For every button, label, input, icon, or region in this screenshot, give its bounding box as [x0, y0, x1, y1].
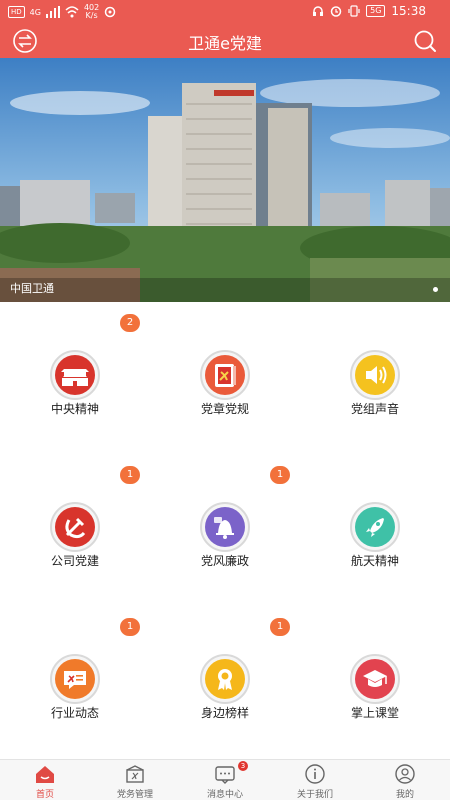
app-bar: 卫通e党建: [0, 24, 450, 58]
hammer-sickle-icon: [65, 517, 86, 539]
speaker-icon: [366, 366, 387, 384]
grid-item-label: 身边榜样: [200, 706, 249, 720]
unread-badge: 1: [270, 618, 290, 636]
unread-badge: 2: [120, 314, 140, 332]
rocket-icon: [366, 518, 384, 537]
banner-caption: 中国卫通: [10, 282, 54, 295]
unread-badge: 1: [120, 466, 140, 484]
signal-icon: [45, 6, 60, 18]
vibrate-icon: [348, 5, 360, 17]
headset-icon: [313, 6, 324, 16]
alarm-icon: [330, 6, 342, 17]
search-icon: [414, 30, 436, 52]
function-grid: 2 中央精神 党章党规 党组声音 1 公司党建 1 党风廉政 航天精神 1 行业…: [0, 302, 450, 759]
tab-home[interactable]: 首页: [0, 760, 90, 800]
grid-item-mobile-classroom[interactable]: 掌上课堂: [300, 608, 450, 758]
grid-item-role-models[interactable]: 1 身边榜样: [150, 608, 300, 758]
info-icon: [305, 764, 325, 784]
tab-party-affairs[interactable]: 党务管理: [90, 760, 180, 800]
grid-item-integrity[interactable]: 1 党风廉政: [150, 456, 300, 606]
unread-badge: 1: [120, 618, 140, 636]
grid-item-central-spirit[interactable]: 2 中央精神: [0, 304, 150, 454]
unread-badge: 1: [270, 466, 290, 484]
graduation-cap-icon: [363, 670, 387, 687]
tab-profile[interactable]: 我的: [360, 760, 450, 800]
hd-indicator: HD: [8, 6, 25, 18]
network-type: 4G: [29, 7, 41, 17]
grid-item-party-voice[interactable]: 党组声音: [300, 304, 450, 454]
grid-item-company-party[interactable]: 1 公司党建: [0, 456, 150, 606]
message-badge: 3: [238, 761, 248, 771]
tab-messages[interactable]: 3 消息中心: [180, 760, 270, 800]
battery-indicator: 5G: [366, 5, 386, 17]
grid-item-label: 党风廉政: [200, 554, 249, 568]
status-bar: HD 4G 402 K/s 5G 15:38: [0, 0, 450, 24]
party-book-icon: [215, 364, 236, 387]
grid-item-label: 党章党规: [200, 402, 249, 416]
tab-label: 首页: [35, 790, 54, 800]
sync-icon: [104, 6, 116, 18]
banner-image: [0, 58, 450, 302]
grid-item-label: 行业动态: [50, 706, 99, 720]
home-icon: [36, 766, 54, 783]
app-title: 卫通e党建: [188, 34, 262, 53]
banner-carousel[interactable]: 中国卫通: [0, 58, 450, 302]
party-affairs-icon: [126, 765, 144, 783]
network-speed: 402 K/s: [83, 3, 100, 20]
search-button[interactable]: [412, 28, 438, 54]
grid-item-party-rules[interactable]: 党章党规: [150, 304, 300, 454]
bottom-tab-bar: 首页 党务管理 3 消息中心 关于我们 我的: [0, 759, 450, 800]
user-icon: [395, 764, 415, 784]
wifi-icon: [65, 6, 79, 18]
medal-icon: [218, 669, 232, 690]
chat-news-icon: [64, 671, 86, 689]
grid-item-label: 航天精神: [350, 554, 399, 568]
grid-item-label: 中央精神: [50, 402, 99, 416]
tab-label: 消息中心: [206, 790, 243, 800]
tiananmen-icon: [61, 369, 89, 386]
tab-label: 关于我们: [296, 790, 333, 800]
message-icon: [215, 766, 235, 784]
bell-icon: [214, 517, 234, 539]
grid-item-aerospace-spirit[interactable]: 航天精神: [300, 456, 450, 606]
grid-item-label: 掌上课堂: [350, 706, 399, 720]
carousel-indicator: [433, 287, 438, 292]
grid-item-label: 党组声音: [350, 402, 399, 416]
tab-label: 我的: [395, 790, 414, 800]
grid-item-label: 公司党建: [50, 554, 99, 568]
tab-about[interactable]: 关于我们: [270, 760, 360, 800]
clock: 15:38: [391, 4, 426, 18]
grid-item-industry-news[interactable]: 1 行业动态: [0, 608, 150, 758]
tab-label: 党务管理: [116, 790, 153, 800]
